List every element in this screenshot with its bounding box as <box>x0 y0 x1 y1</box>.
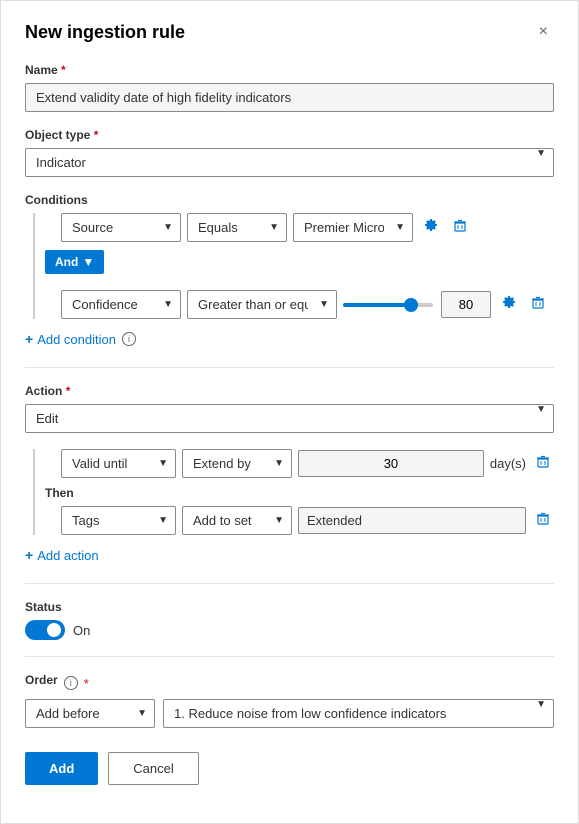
conditions-label: Conditions <box>25 193 554 207</box>
condition1-operator-wrapper: Equals ▼ <box>187 213 287 242</box>
action1-field-select[interactable]: Valid until <box>61 449 176 478</box>
confidence-slider[interactable] <box>343 303 433 307</box>
condition2-field-select[interactable]: Confidence <box>61 290 181 319</box>
condition-row-1: Source ▼ Equals ▼ Premier Micro... ▼ <box>61 213 554 242</box>
add-condition-button[interactable]: + Add condition <box>25 327 116 351</box>
status-label: Status <box>25 600 554 614</box>
object-type-wrapper: Indicator ▼ <box>25 148 554 177</box>
status-on-label: On <box>73 623 90 638</box>
order-value-wrapper: 1. Reduce noise from low confidence indi… <box>163 699 554 728</box>
add-action-button[interactable]: + Add action <box>25 543 99 567</box>
footer-buttons: Add Cancel <box>25 752 554 785</box>
add-condition-info-icon[interactable]: i <box>122 332 136 346</box>
condition2-operator-wrapper: Greater than or equal ▼ <box>187 290 337 319</box>
toggle-thumb <box>47 623 61 637</box>
action2-value-input[interactable] <box>298 507 526 534</box>
order-field-wrapper: Add before ▼ <box>25 699 155 728</box>
action1-unit-label: day(s) <box>490 456 526 471</box>
action-row-2: Tags ▼ Add to set ▼ <box>61 506 554 535</box>
action1-field-wrapper: Valid until ▼ <box>61 449 176 478</box>
close-button[interactable]: × <box>533 21 554 43</box>
order-field-select[interactable]: Add before <box>25 699 155 728</box>
order-info-icon[interactable]: i <box>64 676 78 690</box>
action-rows-group: Valid until ▼ Extend by ▼ day(s) <box>33 449 554 535</box>
order-row: Add before ▼ 1. Reduce noise from low co… <box>25 699 554 728</box>
condition1-field-wrapper: Source ▼ <box>61 213 181 242</box>
slider-wrapper <box>343 291 491 318</box>
status-section: Status On <box>25 600 554 640</box>
action2-field-select[interactable]: Tags <box>61 506 176 535</box>
action2-delete-button[interactable] <box>532 508 554 533</box>
plus-icon: + <box>25 331 33 347</box>
action2-field-wrapper: Tags ▼ <box>61 506 176 535</box>
trash-icon-4 <box>536 512 550 526</box>
condition-row-2: Confidence ▼ Greater than or equal ▼ <box>61 290 554 319</box>
condition1-value-wrapper: Premier Micro... ▼ <box>293 213 413 242</box>
order-value-select[interactable]: 1. Reduce noise from low confidence indi… <box>163 699 554 728</box>
name-label: Name * <box>25 63 554 77</box>
order-label-row: Order i * <box>25 673 554 693</box>
name-group: Name * <box>25 63 554 112</box>
order-section: Order i * Add before ▼ 1. Reduce noise f… <box>25 673 554 728</box>
condition2-settings-button[interactable] <box>497 291 521 318</box>
action1-delete-button[interactable] <box>532 451 554 476</box>
cancel-button[interactable]: Cancel <box>108 752 198 785</box>
action-row-1: Valid until ▼ Extend by ▼ day(s) <box>61 449 554 478</box>
add-action-wrapper: + Add action <box>25 543 554 567</box>
condition1-value-select[interactable]: Premier Micro... <box>293 213 413 242</box>
action1-operator-wrapper: Extend by ▼ <box>182 449 292 478</box>
plus-icon-2: + <box>25 547 33 563</box>
condition2-delete-button[interactable] <box>527 292 549 317</box>
trash-icon <box>453 219 467 233</box>
action-group: Action * Edit ▼ <box>25 384 554 433</box>
connector-chevron-icon: ▼ <box>82 255 94 269</box>
action-select-wrapper: Edit ▼ <box>25 404 554 433</box>
toggle-track <box>25 620 65 640</box>
action-label: Action * <box>25 384 554 398</box>
divider-2 <box>25 583 554 584</box>
gear-icon-2 <box>501 295 517 311</box>
divider-3 <box>25 656 554 657</box>
condition1-operator-select[interactable]: Equals <box>187 213 287 242</box>
trash-icon-3 <box>536 455 550 469</box>
action2-operator-wrapper: Add to set ▼ <box>182 506 292 535</box>
connector-wrapper: And ▼ <box>45 250 554 282</box>
dialog-header: New ingestion rule × <box>25 21 554 43</box>
condition1-settings-button[interactable] <box>419 214 443 241</box>
add-condition-wrapper: + Add condition i <box>25 327 554 351</box>
condition1-field-select[interactable]: Source <box>61 213 181 242</box>
trash-icon-2 <box>531 296 545 310</box>
condition1-delete-button[interactable] <box>449 215 471 240</box>
order-label: Order <box>25 673 58 687</box>
name-input[interactable] <box>25 83 554 112</box>
conditions-section: Conditions Source ▼ Equals ▼ <box>25 193 554 351</box>
condition2-field-wrapper: Confidence ▼ <box>61 290 181 319</box>
add-button[interactable]: Add <box>25 752 98 785</box>
then-label: Then <box>45 486 554 500</box>
condition2-operator-select[interactable]: Greater than or equal <box>187 290 337 319</box>
order-required: * <box>84 676 89 691</box>
object-type-label: Object type * <box>25 128 554 142</box>
object-type-select[interactable]: Indicator <box>25 148 554 177</box>
new-ingestion-rule-dialog: New ingestion rule × Name * Object type … <box>0 0 579 824</box>
action2-operator-select[interactable]: Add to set <box>182 506 292 535</box>
action1-operator-select[interactable]: Extend by <box>182 449 292 478</box>
confidence-number-input[interactable] <box>441 291 491 318</box>
action-select[interactable]: Edit <box>25 404 554 433</box>
toggle-wrapper: On <box>25 620 554 640</box>
object-type-group: Object type * Indicator ▼ <box>25 128 554 177</box>
action1-number-input[interactable] <box>298 450 484 477</box>
gear-icon <box>423 218 439 234</box>
condition-group: Source ▼ Equals ▼ Premier Micro... ▼ <box>33 213 554 319</box>
status-toggle[interactable] <box>25 620 65 640</box>
divider-1 <box>25 367 554 368</box>
and-connector-button[interactable]: And ▼ <box>45 250 104 274</box>
dialog-title: New ingestion rule <box>25 22 185 43</box>
